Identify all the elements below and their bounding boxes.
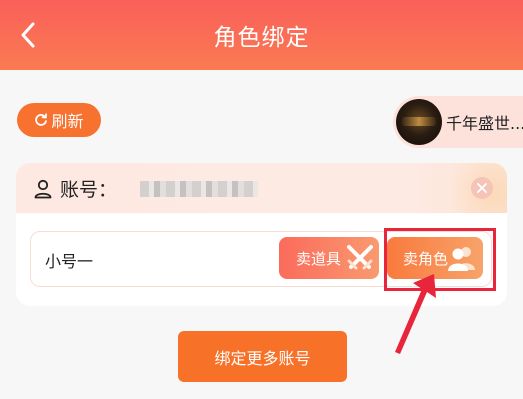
- unbind-button[interactable]: [471, 177, 493, 199]
- bind-more-label: 绑定更多账号: [214, 348, 311, 368]
- game-logo: [396, 99, 442, 145]
- page-title: 角色绑定: [213, 25, 310, 51]
- game-selector[interactable]: 千年盛世...: [393, 96, 523, 148]
- role-name: 小号一: [45, 252, 94, 271]
- refresh-button[interactable]: 刷新: [17, 103, 101, 137]
- refresh-icon: [34, 113, 48, 127]
- user-icon: [34, 179, 52, 199]
- sell-item-button[interactable]: 卖道具: [279, 237, 379, 279]
- sell-role-label: 卖角色: [403, 249, 449, 268]
- pointer-arrow-icon: [395, 274, 436, 354]
- crossed-swords-icon: [347, 245, 373, 270]
- sell-item-label: 卖道具: [296, 249, 342, 268]
- refresh-label: 刷新: [51, 112, 84, 131]
- header-bar: 角色绑定: [0, 0, 523, 70]
- game-name: 千年盛世...: [446, 114, 523, 133]
- users-icon: [448, 247, 475, 271]
- account-header: 账号：: [16, 163, 507, 213]
- close-icon: [477, 183, 487, 193]
- account-id-masked: [140, 181, 258, 197]
- bind-more-accounts-button[interactable]: 绑定更多账号: [178, 331, 347, 382]
- account-label: 账号：: [60, 179, 118, 201]
